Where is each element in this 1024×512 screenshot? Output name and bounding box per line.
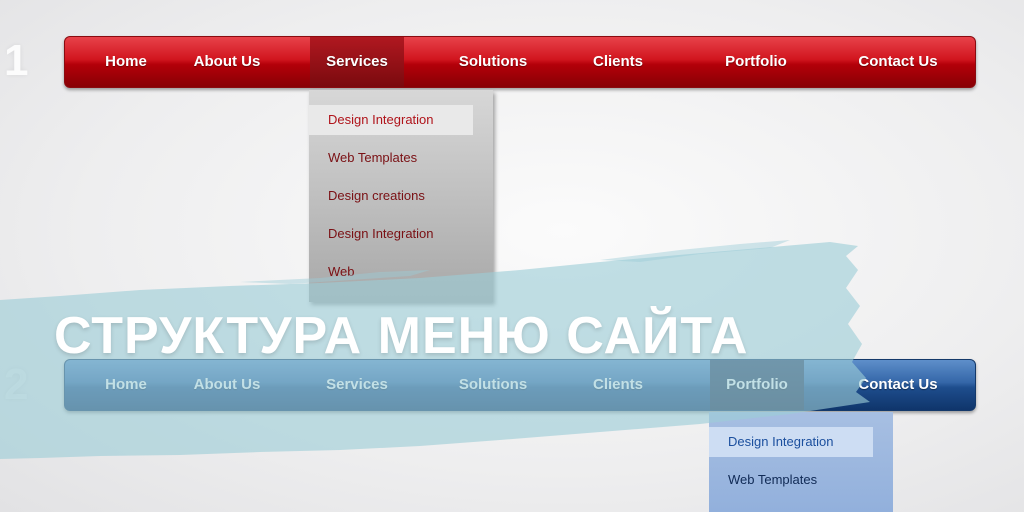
menu-item-solutions[interactable]: Solutions xyxy=(453,360,533,410)
top-menu-bar: Home About Us Services Solutions Clients… xyxy=(64,36,976,88)
menu-item-contact-us[interactable]: Contact Us xyxy=(851,37,945,87)
headline-title: СТРУКТУРА МЕНЮ САЙТА xyxy=(54,307,749,365)
menu-item-services[interactable]: Services xyxy=(310,360,404,410)
dropdown-item-design-integration[interactable]: Design Integration xyxy=(709,427,873,457)
menu-item-services[interactable]: Services xyxy=(310,37,404,87)
dropdown-item-web[interactable]: Web xyxy=(309,257,473,287)
dropdown-item-design-integration[interactable]: Design Integration xyxy=(309,105,473,135)
menu-item-home[interactable]: Home xyxy=(97,360,155,410)
step-number-1: 1 xyxy=(4,36,29,85)
menu-item-solutions[interactable]: Solutions xyxy=(453,37,533,87)
step-number-2: 2 xyxy=(4,360,29,409)
menu-item-clients[interactable]: Clients xyxy=(585,360,651,410)
portfolio-dropdown: Design Integration Web Templates xyxy=(709,412,893,512)
menu-item-about-us[interactable]: About Us xyxy=(187,37,267,87)
dropdown-item-design-creations[interactable]: Design creations xyxy=(309,181,473,211)
menu-item-about-us[interactable]: About Us xyxy=(187,360,267,410)
menu-item-contact-us[interactable]: Contact Us xyxy=(851,360,945,410)
menu-item-clients[interactable]: Clients xyxy=(585,37,651,87)
menu-item-portfolio[interactable]: Portfolio xyxy=(710,360,804,410)
services-dropdown: Design Integration Web Templates Design … xyxy=(309,90,493,302)
dropdown-item-web-templates[interactable]: Web Templates xyxy=(309,143,473,173)
dropdown-item-design-integration-2[interactable]: Design Integration xyxy=(309,219,473,249)
menu-item-home[interactable]: Home xyxy=(97,37,155,87)
menu-item-portfolio[interactable]: Portfolio xyxy=(716,37,796,87)
bottom-menu-bar: Home About Us Services Solutions Clients… xyxy=(64,359,976,411)
dropdown-item-web-templates[interactable]: Web Templates xyxy=(709,465,873,495)
